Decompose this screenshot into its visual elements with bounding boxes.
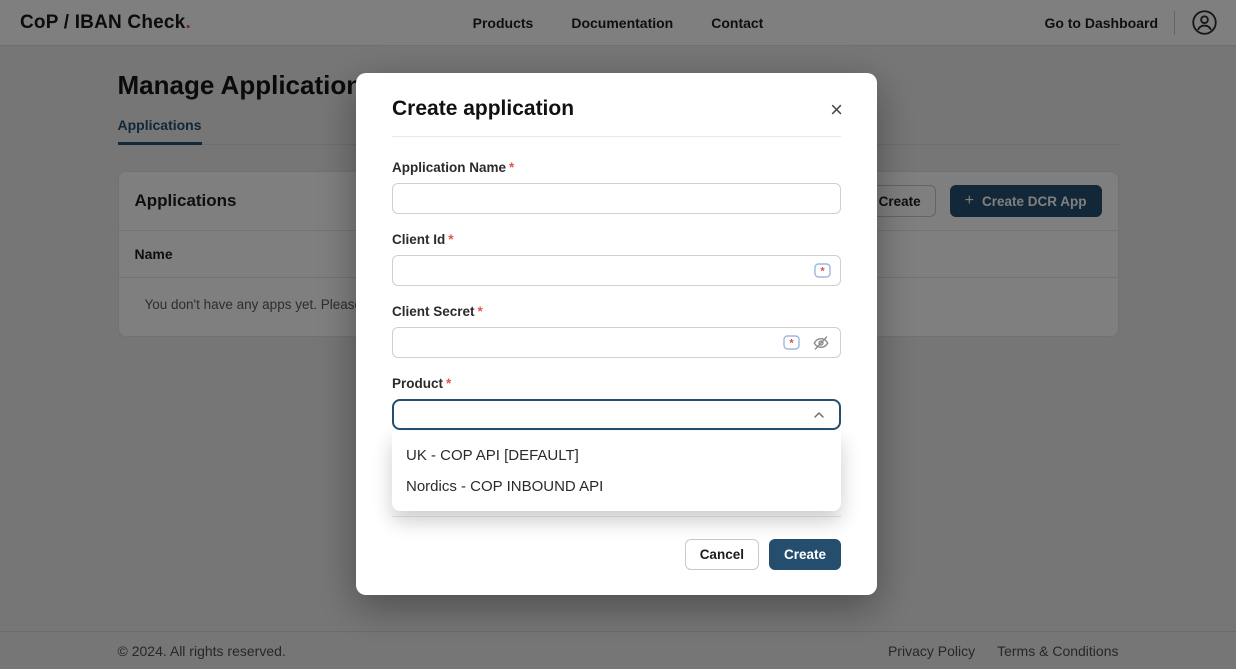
product-dropdown: UK - COP API [DEFAULT] Nordics - COP INB… [392, 431, 841, 511]
required-asterisk: * [509, 160, 514, 175]
dropdown-option-uk-cop-api[interactable]: UK - COP API [DEFAULT] [392, 440, 841, 471]
client-secret-input[interactable] [392, 327, 841, 358]
modal-header: Create application × [356, 73, 877, 121]
client-id-input[interactable] [392, 255, 841, 286]
application-name-label: Application Name* [392, 160, 841, 175]
svg-text:*: * [789, 337, 794, 349]
required-asterisk: * [446, 376, 451, 391]
chevron-up-icon [811, 407, 827, 423]
cancel-button[interactable]: Cancel [685, 539, 759, 570]
modal-footer: Cancel Create [356, 517, 877, 590]
product-label: Product* [392, 376, 841, 391]
autofill-icon[interactable]: * [814, 263, 831, 279]
close-icon[interactable]: × [826, 95, 847, 125]
client-secret-label: Client Secret* [392, 304, 841, 319]
application-name-input[interactable] [392, 183, 841, 214]
product-select[interactable] [392, 399, 841, 430]
required-asterisk: * [448, 232, 453, 247]
toggle-secret-visibility-icon[interactable] [811, 334, 831, 352]
create-application-modal: Create application × Application Name* C… [356, 73, 877, 595]
modal-title: Create application [392, 97, 841, 121]
svg-text:*: * [820, 265, 825, 277]
modal-create-button[interactable]: Create [769, 539, 841, 570]
autofill-icon[interactable]: * [783, 335, 800, 351]
modal-body: Application Name* Client Id* * Client Se… [356, 137, 877, 516]
dropdown-option-nordics-cop-inbound-api[interactable]: Nordics - COP INBOUND API [392, 471, 841, 502]
client-id-label: Client Id* [392, 232, 841, 247]
required-asterisk: * [478, 304, 483, 319]
